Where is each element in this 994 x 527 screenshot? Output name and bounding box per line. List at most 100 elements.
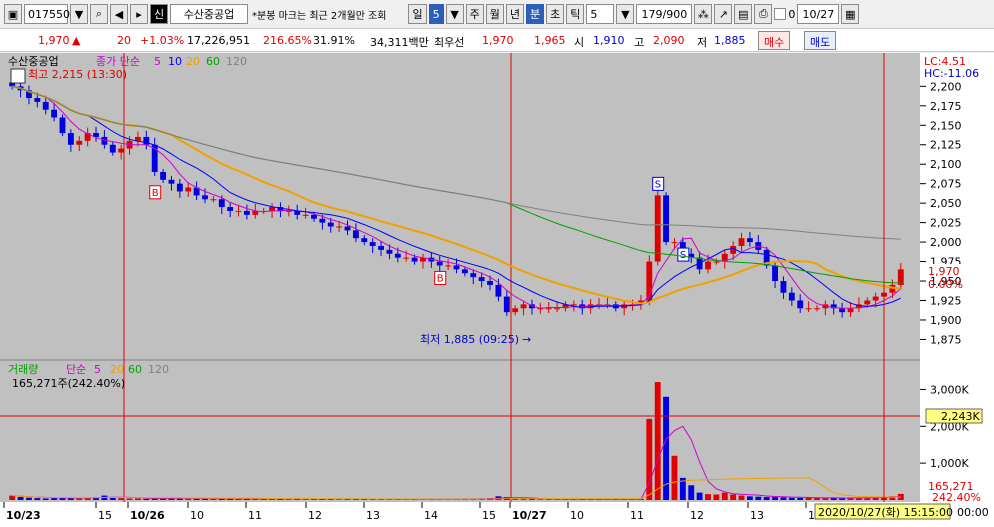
candle-body — [176, 183, 183, 192]
buy-marker-text: B — [152, 188, 159, 199]
volume-bar — [109, 497, 116, 500]
volume-bar — [135, 498, 141, 500]
period-year-button[interactable]: 년 — [505, 4, 524, 24]
indicator-icon[interactable]: ⁂ — [694, 4, 713, 24]
stock-chart-window: ▣ 017550 ▼ ⌕ ◀ ▸ 신 수산중공업 *분봉 마크는 최근 2개월만… — [0, 0, 994, 527]
volume-bar — [721, 492, 728, 500]
candle-body — [386, 249, 393, 254]
price-tick-label: 1,900 — [930, 314, 962, 327]
volume-bar — [696, 492, 703, 500]
count-field[interactable]: 179/900 — [636, 4, 693, 24]
period-num-field[interactable]: 5 — [428, 4, 444, 24]
legend-ma120: 120 — [226, 55, 247, 68]
period-month-button[interactable]: 월 — [485, 4, 504, 24]
low-label: 저 — [697, 36, 708, 49]
credit-icon: 신 — [150, 4, 168, 24]
candle-body — [864, 300, 871, 305]
notice-text: *분봉 마크는 최근 2개월만 조회 — [252, 10, 387, 22]
candle-body — [705, 261, 711, 270]
current-price-tag-text: 1,970 — [928, 265, 960, 278]
period-second-button[interactable]: 초 — [546, 4, 565, 24]
prev-stock-icon[interactable]: ▸ — [130, 4, 148, 24]
period-dropdown-icon[interactable]: ▼ — [445, 4, 464, 24]
time-tick-label: 12 — [308, 509, 322, 522]
stock-code-input[interactable]: 017550 — [24, 4, 70, 24]
period-week-button[interactable]: 주 — [465, 4, 484, 24]
candle-body — [185, 187, 192, 192]
calendar-icon[interactable]: ▦ — [841, 4, 860, 24]
chart-settings-icon[interactable] — [10, 68, 26, 84]
volume-bar — [42, 498, 49, 500]
volume-bar — [76, 498, 83, 500]
price-tick-label: 2,075 — [930, 178, 962, 191]
price-tick-label: 2,125 — [930, 139, 962, 152]
candle-body — [336, 226, 343, 228]
volume-bar — [822, 498, 829, 500]
legend-ma-label: 종가 단순 — [96, 55, 140, 68]
time-tick-label: 13 — [366, 509, 380, 522]
candle-body — [160, 172, 167, 180]
candle-body — [847, 308, 854, 313]
volume-bar — [17, 497, 24, 500]
save-icon[interactable]: ▤ — [734, 4, 753, 24]
period-tick-button[interactable]: 틱 — [566, 4, 585, 24]
time-tick-label: 10/26 — [130, 509, 165, 522]
candle-body — [302, 214, 309, 216]
candle-body — [570, 304, 577, 306]
candle-body — [67, 133, 74, 145]
buy-button[interactable]: 매수 — [758, 31, 791, 50]
interval-field[interactable]: 5 — [586, 4, 615, 24]
candle-body — [118, 148, 125, 153]
candle-body — [210, 199, 217, 201]
candle-body — [34, 98, 41, 102]
volume-bar — [738, 495, 745, 500]
best-bid: 1,965 — [534, 34, 566, 47]
search-icon[interactable]: ⌕ — [90, 4, 108, 24]
volume-legend-ma-label: 단순 — [66, 363, 86, 376]
buy-marker-text: B — [437, 273, 444, 284]
legend-ma60: 60 — [206, 55, 220, 68]
volume-bar — [730, 494, 737, 500]
candle-body — [872, 296, 879, 301]
code-dropdown-icon[interactable]: ▼ — [70, 4, 88, 24]
legend-stock-name: 수산중공업 — [8, 55, 59, 68]
date-field[interactable]: 10/27 — [797, 4, 840, 24]
price-volume-chart[interactable]: BBSS 2,2002,1752,1502,1252,1002,0752,050… — [0, 53, 994, 527]
best-ask-label: 최우선 — [434, 36, 465, 49]
volume-bar — [118, 498, 125, 500]
candle-body — [461, 269, 468, 274]
candle-body — [42, 101, 49, 110]
chart-menu-icon[interactable]: ▣ — [4, 4, 22, 24]
period-day-button[interactable]: 일 — [408, 4, 427, 24]
chart-area[interactable]: BBSS 2,200 2,175 2,150 2,125 2,100 2,075 2,050… — [0, 53, 994, 527]
volume-bar — [755, 496, 762, 500]
volume-legend-label: 거래량 — [8, 363, 38, 376]
candle-body — [403, 257, 410, 259]
volume-bar — [688, 485, 695, 500]
period-minute-button[interactable]: 분 — [525, 4, 545, 24]
volume-bar — [26, 497, 32, 500]
candle-body — [512, 308, 519, 313]
candle-body — [453, 265, 460, 270]
print-icon[interactable]: ⎙ — [754, 4, 773, 24]
candle-body — [788, 292, 795, 301]
candle-body — [109, 144, 116, 153]
candle-body — [495, 284, 502, 297]
best-ask: 1,970 — [482, 34, 514, 47]
trend-tool-icon[interactable]: ↗ — [714, 4, 733, 24]
volume-bar — [780, 497, 787, 500]
volume-bar — [805, 497, 812, 500]
candle-body — [202, 195, 208, 200]
date-checkbox[interactable] — [774, 8, 787, 20]
sell-button[interactable]: 매도 — [804, 31, 837, 50]
turnover: 31.91% — [313, 34, 355, 47]
price-change: 20 — [117, 34, 131, 47]
sound-icon[interactable]: ◀ — [110, 4, 128, 24]
candle-body — [378, 245, 384, 250]
volume-bar — [746, 496, 753, 500]
low-arrow-icon: → — [522, 333, 531, 346]
stock-name-field[interactable]: 수산중공업 — [170, 4, 248, 24]
time-tick-label: 12 — [690, 509, 704, 522]
price-tick-label: 1,925 — [930, 294, 962, 307]
interval-dropdown-icon[interactable]: ▼ — [616, 4, 635, 24]
